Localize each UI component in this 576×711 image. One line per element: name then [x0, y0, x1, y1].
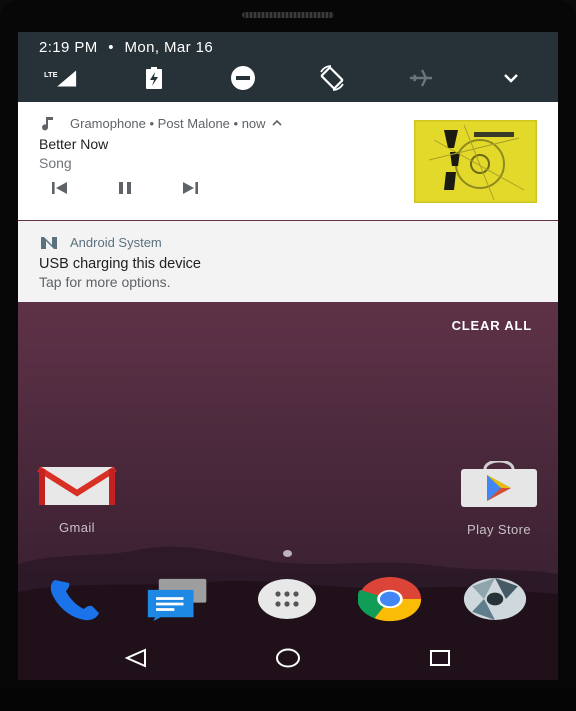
pause-icon[interactable]: [114, 179, 136, 197]
system-app-name: Android System: [70, 235, 162, 250]
app-drawer-icon[interactable]: [255, 573, 319, 625]
phone-icon[interactable]: [44, 573, 108, 625]
auto-rotate-icon[interactable]: [315, 65, 349, 91]
app-label-play-store: Play Store: [467, 522, 531, 537]
lte-signal-icon[interactable]: LTE: [44, 65, 78, 91]
bottom-bezel: [0, 688, 576, 711]
device-frame: 2:19 PM • Mon, Mar 16 LTE Gramophone • P…: [0, 0, 576, 711]
lte-label: LTE: [44, 70, 58, 79]
status-separator: •: [108, 39, 114, 56]
system-notification-header: Android System: [40, 235, 162, 250]
navigation-bar: [18, 635, 558, 680]
quick-settings-header: 2:19 PM • Mon, Mar 16 LTE: [18, 32, 558, 102]
do-not-disturb-icon[interactable]: [226, 65, 260, 91]
status-time: 2:19 PM: [39, 39, 98, 56]
screen: 2:19 PM • Mon, Mar 16 LTE Gramophone • P…: [18, 32, 558, 680]
expand-chevron-icon[interactable]: [494, 65, 528, 91]
airplane-mode-icon[interactable]: [404, 65, 438, 91]
back-icon[interactable]: [116, 643, 156, 673]
app-label-gmail: Gmail: [59, 520, 95, 535]
app-play-store[interactable]: Play Store: [454, 459, 544, 537]
play-store-icon: [461, 459, 537, 507]
music-note-icon: [42, 117, 53, 131]
media-notification-header: Gramophone • Post Malone • now: [40, 115, 282, 131]
media-notification[interactable]: Gramophone • Post Malone • now Better No…: [18, 102, 558, 220]
gmail-icon: [37, 466, 117, 505]
home-icon[interactable]: [268, 643, 308, 673]
media-title: Better Now: [39, 136, 109, 152]
collapse-chevron-icon[interactable]: [271, 119, 282, 127]
system-title: USB charging this device: [39, 256, 201, 272]
recents-icon[interactable]: [420, 643, 460, 673]
previous-icon[interactable]: [49, 179, 71, 197]
system-notification[interactable]: Android System USB charging this device …: [18, 221, 558, 302]
media-header-text: Gramophone • Post Malone • now: [70, 115, 266, 131]
app-gmail[interactable]: Gmail: [32, 465, 122, 535]
page-indicator: [283, 550, 292, 557]
messages-icon[interactable]: [146, 573, 210, 625]
status-date: Mon, Mar 16: [124, 39, 214, 56]
status-datetime: 2:19 PM • Mon, Mar 16: [39, 39, 213, 56]
speaker-grille: [242, 12, 334, 18]
chrome-icon[interactable]: [358, 573, 422, 625]
next-icon[interactable]: [179, 179, 201, 197]
system-subtitle: Tap for more options.: [39, 274, 171, 290]
camera-icon[interactable]: [463, 573, 527, 625]
clear-all-button[interactable]: CLEAR ALL: [452, 318, 532, 333]
android-n-icon: [41, 236, 57, 249]
battery-charging-icon[interactable]: [137, 65, 171, 91]
media-subtitle: Song: [39, 155, 72, 171]
album-art: [414, 120, 537, 203]
